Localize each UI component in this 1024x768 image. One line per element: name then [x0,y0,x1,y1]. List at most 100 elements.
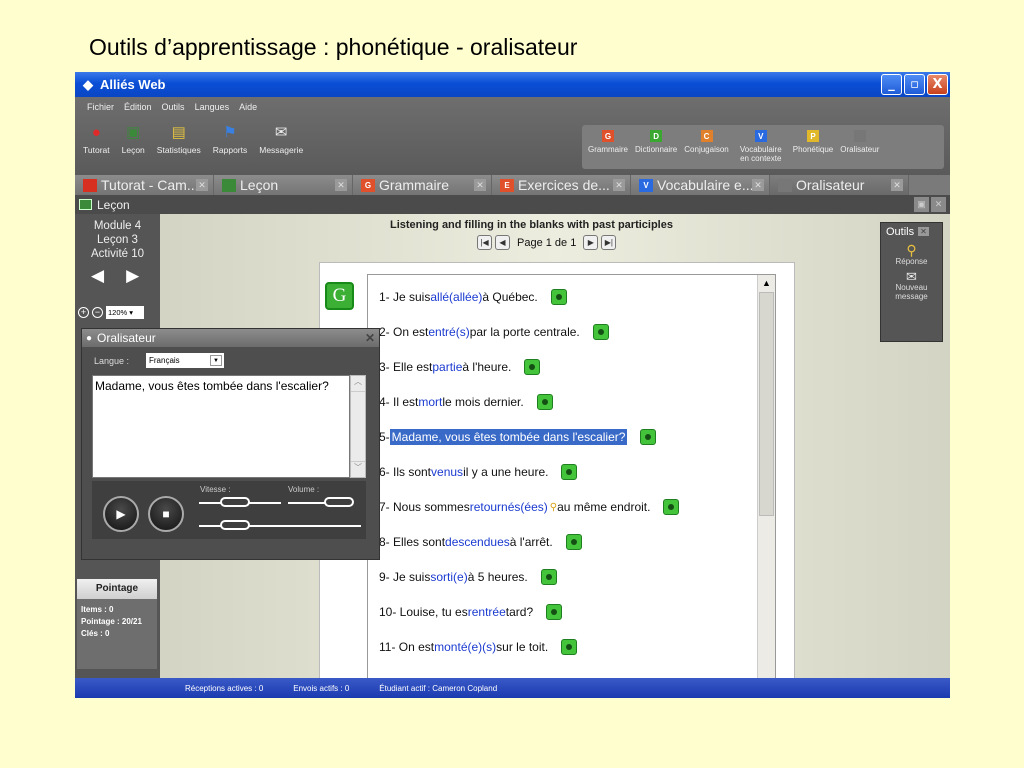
text-scrollbar[interactable]: ︿ ﹀ [350,375,366,478]
tool-2[interactable]: C Conjugaison [684,130,729,169]
exercise-item: 7- Nous sommes retournés(ées) ⚲ au même e… [379,499,680,515]
answer-text[interactable]: entré(s) [428,325,469,339]
answer-text[interactable]: venus [431,465,463,479]
scroll-up-icon[interactable]: ▲ [758,275,775,292]
chart-icon: ▤ [171,124,186,141]
tool-1[interactable]: D Dictionnaire [635,130,677,169]
tool-label: Tutorat [83,145,110,155]
last-page-button[interactable]: ▶| [601,235,617,250]
item-suffix: à 5 heures. [467,570,528,584]
tool-label: Grammaire [588,145,629,154]
tool-4[interactable]: P Phonétique [793,130,833,169]
answer-text[interactable]: descendues [445,535,510,549]
answer-text[interactable]: retournés(ées) [470,500,548,514]
tool-3[interactable]: V Vocabulaire en contexte [736,130,786,169]
exercise-item: 2- On est entré(s) par la porte centrale… [379,324,609,340]
speaker-icon[interactable] [550,289,567,305]
answer-text[interactable]: allé(allée) [430,290,482,304]
play-button[interactable]: ▶ [103,496,139,532]
speaker-icon[interactable] [546,604,563,620]
tab-1[interactable]: Leçon ✕ [214,175,353,195]
tab-label: Grammaire [379,177,450,193]
tab-5[interactable]: Oralisateur ✕ [770,175,909,195]
next-arrow-icon[interactable]: ▶ [126,266,139,286]
speaker-icon[interactable] [536,394,553,410]
prev-arrow-icon[interactable]: ◀ [91,266,104,286]
mail-tool[interactable]: ✉ Messagerie [259,122,303,155]
first-page-button[interactable]: |◀ [477,235,492,250]
tab-label: Exercices de... [518,177,610,193]
answer-text[interactable]: partie [432,360,462,374]
tab-4[interactable]: V Vocabulaire e... ✕ [631,175,770,195]
zoom-in-icon[interactable]: + [78,307,89,318]
tab-2[interactable]: G Grammaire ✕ [353,175,492,195]
answer-text[interactable]: sorti(e) [430,570,467,584]
tab-close-icon[interactable]: ✕ [196,179,208,191]
apple-tool[interactable]: ● Tutorat [83,122,110,156]
dialog-close-icon[interactable]: ✕ [365,331,375,345]
speaker-icon[interactable] [524,359,541,375]
speaker-icon[interactable] [565,534,582,550]
tab-label: Vocabulaire e... [657,177,754,193]
tool-5[interactable]: Oralisateur [840,130,879,169]
restore-icon[interactable]: ▣ [914,197,929,212]
prev-page-button[interactable]: ◀ [495,235,510,250]
zoom-select[interactable]: 120% ▾ [106,306,144,319]
zoom-out-icon[interactable]: − [92,307,103,318]
tool-label: Phonétique [792,145,834,154]
tab-close-icon[interactable]: ✕ [613,179,625,191]
menu-item-4[interactable]: Aide [239,102,257,112]
tab-label: Oralisateur [796,177,865,193]
langue-label: Langue : [94,356,130,366]
answer-text[interactable]: rentrée [468,605,506,619]
menu-item-2[interactable]: Outils [162,102,185,112]
minimize-button[interactable]: _ [881,74,902,95]
menu-item-1[interactable]: Édition [124,102,152,112]
scrollbar[interactable]: ▲ [757,275,775,684]
item-prefix: 1- Je suis [379,290,431,304]
highlighted-sentence[interactable]: Madame, vous êtes tombée dans l'escalier… [389,429,628,445]
menu-item-0[interactable]: Fichier [87,102,114,112]
tool-label: Dictionnaire [635,145,678,154]
grammaire-badge: G [325,282,354,310]
tab-close-icon[interactable]: ✕ [335,179,347,191]
page-indicator: Page 1 de 1 [517,236,577,249]
scroll-thumb[interactable] [759,292,774,516]
speaker-icon[interactable] [561,639,578,655]
item-suffix: à Québec. [482,290,538,304]
tool-0[interactable]: G Grammaire [588,130,628,169]
flag-tool[interactable]: ⚑ Rapports [213,122,248,155]
maximize-button[interactable]: ▫ [904,74,925,95]
tab-close-icon[interactable]: ✕ [891,179,903,191]
tab-0[interactable]: Tutorat - Cam... ✕ [75,175,214,195]
vitesse-slider-knob[interactable] [220,497,250,507]
outils-close-icon[interactable]: ✕ [918,227,929,236]
close-icon[interactable]: ✕ [931,197,946,212]
speaker-icon[interactable] [592,324,609,340]
speaker-icon[interactable] [540,569,557,585]
speaker-icon[interactable] [640,429,657,445]
tab-3[interactable]: E Exercices de... ✕ [492,175,631,195]
board-tool[interactable]: ▣ Leçon [122,122,145,155]
close-button[interactable]: X [927,74,948,95]
lecon-bar: Leçon ▣ ✕ [75,195,950,214]
item-prefix: 10- Louise, tu es [379,605,468,619]
menu-item-3[interactable]: Langues [195,102,230,112]
tab-close-icon[interactable]: ✕ [474,179,486,191]
speaker-icon[interactable] [663,499,680,515]
app-icon: ◆ [83,76,93,92]
volume-slider-knob[interactable] [324,497,354,507]
tool-label: Messagerie [259,145,304,155]
extra-slider-knob[interactable] [220,520,250,530]
langue-select[interactable]: Français ▼ [146,353,224,368]
stop-button[interactable]: ■ [148,496,184,532]
speaker-icon[interactable] [561,464,578,480]
text-input[interactable]: Madame, vous êtes tombée dans l'escalier… [92,375,350,478]
reponse-button[interactable]: ⚲ Réponse [881,243,942,266]
chart-tool[interactable]: ▤ Statistiques [157,122,201,155]
answer-text[interactable]: mort [418,395,442,409]
answer-text[interactable]: monté(e)(s) [434,640,496,654]
new-message-button[interactable]: ✉ Nouveau message [881,270,942,301]
tab-close-icon[interactable]: ✕ [752,179,764,191]
next-page-button[interactable]: ▶ [583,235,599,250]
